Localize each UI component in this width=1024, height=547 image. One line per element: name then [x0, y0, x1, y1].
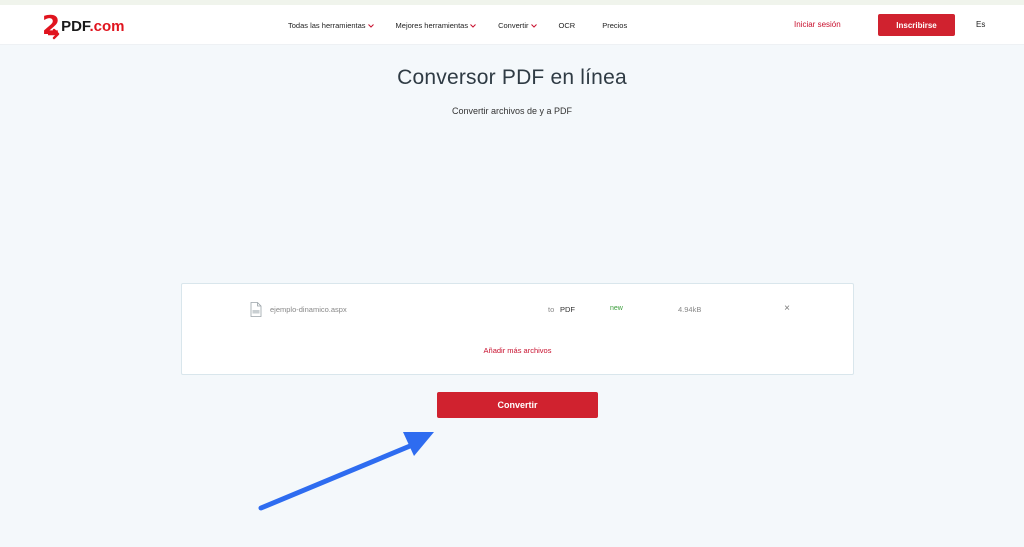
nav-convert-label: Convertir — [498, 20, 529, 30]
add-more-files-link[interactable]: Añadir más archivos — [182, 346, 853, 355]
nav-pricing[interactable]: Precios — [602, 21, 627, 30]
signup-button[interactable]: Inscribirse — [878, 14, 955, 36]
nav-all-tools[interactable]: Todas las herramientas — [288, 21, 374, 30]
page-title: Conversor PDF en línea — [397, 66, 627, 89]
logo-digit: 2 — [42, 11, 61, 41]
chevron-down-icon — [530, 23, 537, 28]
language-selector[interactable]: Es — [976, 20, 985, 29]
file-icon — [250, 302, 262, 317]
nav-convert[interactable]: Convertir — [498, 20, 537, 30]
nav-ocr-label: OCR — [558, 20, 576, 30]
site-logo[interactable]: 2 PDF.com — [42, 11, 125, 41]
page-subtitle: Convertir archivos de y a PDF — [451, 106, 573, 116]
nav-pricing-label: Precios — [602, 20, 628, 30]
nav-best-tools-label: Mejores herramientas — [395, 20, 469, 30]
nav-best-tools[interactable]: Mejores herramientas — [396, 21, 477, 30]
file-size: 4.94kB — [678, 305, 702, 314]
main-nav: Todas las herramientas Mejores herramien… — [288, 5, 627, 45]
chevron-down-icon — [470, 23, 476, 28]
file-row: ejemplo-dinamico.aspx to PDF new 4.94kB … — [182, 302, 853, 318]
logo-text: PDF.com — [61, 18, 125, 35]
nav-all-tools-label: Todas las herramientas — [288, 20, 366, 30]
convert-button[interactable]: Convertir — [437, 392, 598, 418]
file-name: ejemplo-dinamico.aspx — [270, 305, 347, 314]
login-link[interactable]: Iniciar sesión — [794, 20, 841, 29]
nav-ocr[interactable]: OCR — [559, 21, 576, 30]
logo-arrow-icon — [48, 28, 60, 40]
site-header: 2 PDF.com Todas las herramientas Mejores… — [0, 5, 1024, 45]
file-list-panel: ejemplo-dinamico.aspx to PDF new 4.94kB … — [181, 283, 854, 375]
close-icon[interactable]: × — [782, 302, 792, 316]
chevron-down-icon — [367, 23, 374, 28]
file-status: new — [610, 305, 623, 312]
target-format-select[interactable]: PDF — [560, 305, 575, 314]
to-label: to — [548, 305, 555, 314]
